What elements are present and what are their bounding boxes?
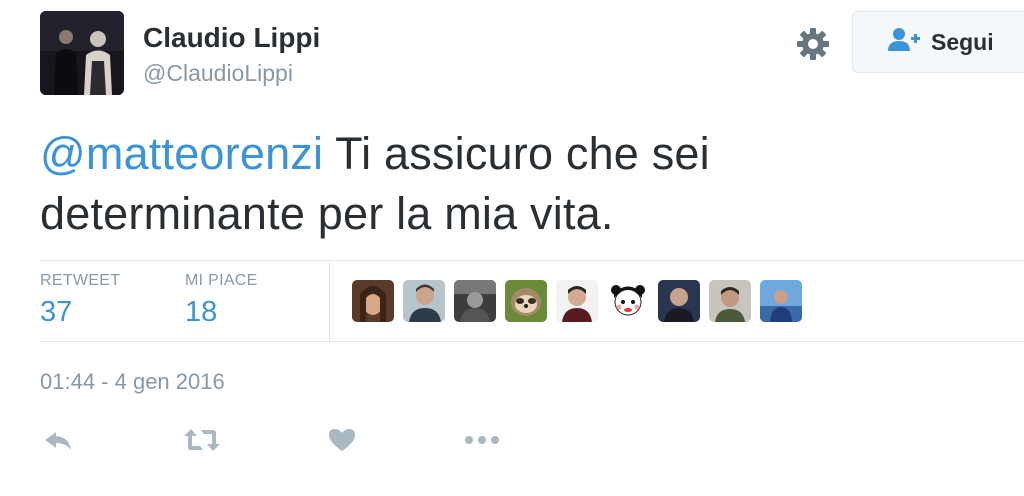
retweet-icon[interactable] (183, 425, 223, 455)
liker-avatar[interactable] (556, 280, 598, 322)
author-avatar[interactable] (40, 11, 124, 95)
more-dots-icon[interactable] (464, 425, 504, 455)
likes-count[interactable]: 18 (185, 296, 217, 329)
liker-avatar[interactable] (403, 280, 445, 322)
author-name[interactable]: Claudio Lippi (143, 22, 320, 54)
follow-button-label: Segui (931, 28, 994, 55)
retweet-label: RETWEET (40, 272, 121, 289)
tweet-timestamp[interactable]: 01:44 - 4 gen 2016 (40, 369, 225, 395)
liker-avatar[interactable] (454, 280, 496, 322)
follow-person-plus-icon (887, 27, 921, 58)
tweet-text: @matteorenzi Ti assicuro che sei determi… (40, 124, 1000, 244)
divider (40, 341, 1024, 342)
follow-button[interactable]: Segui (852, 11, 1024, 73)
mention-link[interactable]: @matteorenzi (40, 128, 323, 179)
author-handle[interactable]: @ClaudioLippi (143, 60, 293, 87)
gear-icon[interactable] (795, 26, 831, 62)
likers-avatars (352, 280, 802, 322)
tweet-text-line2: determinante per la mia vita. (40, 188, 614, 239)
liker-avatar[interactable] (658, 280, 700, 322)
liker-avatar[interactable] (607, 280, 649, 322)
liker-avatar[interactable] (352, 280, 394, 322)
liker-avatar[interactable] (505, 280, 547, 322)
divider (40, 260, 1024, 261)
liker-avatar[interactable] (760, 280, 802, 322)
reply-icon[interactable] (42, 425, 82, 455)
tweet-text-line1: Ti assicuro che sei (323, 128, 710, 179)
like-heart-icon[interactable] (327, 425, 367, 455)
liker-avatar[interactable] (709, 280, 751, 322)
retweet-count[interactable]: 37 (40, 296, 72, 329)
stats-divider (329, 262, 330, 342)
likes-label: MI PIACE (185, 272, 258, 289)
